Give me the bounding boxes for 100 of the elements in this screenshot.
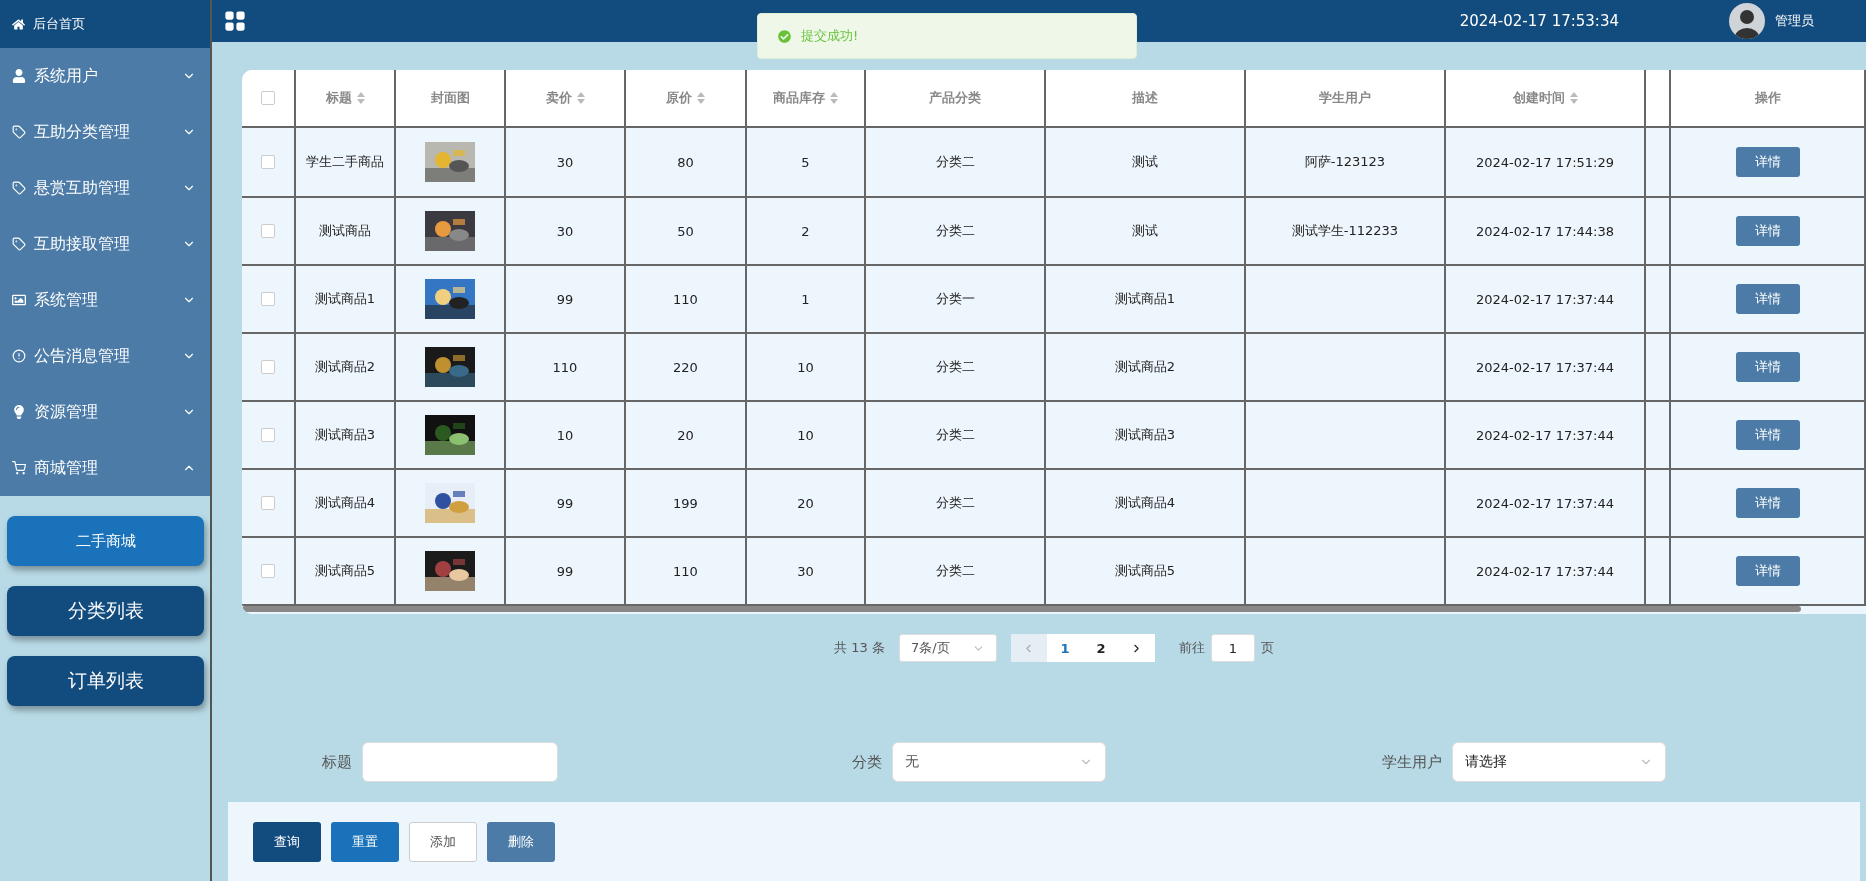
sort-icon	[830, 92, 838, 105]
goto-label: 前往	[1178, 639, 1205, 658]
tag-icon	[12, 125, 26, 139]
page-size-select[interactable]: 7条/页	[898, 634, 997, 663]
sort-icon	[697, 92, 705, 105]
checkbox[interactable]	[261, 91, 275, 106]
menu-item[interactable]: 系统用户	[0, 48, 210, 104]
table-cell: 2024-02-17 17:37:44	[1446, 402, 1646, 471]
header-cell	[1646, 70, 1671, 129]
table-cell: 测试	[1046, 128, 1246, 199]
submenu-item[interactable]: 二手商城	[7, 516, 204, 566]
checkbox[interactable]	[261, 428, 275, 443]
table-cell: 99	[506, 266, 626, 335]
table-cell: 学生二手商品	[296, 128, 396, 199]
table-cell: 分类二	[866, 402, 1046, 471]
table-cell: 220	[626, 334, 747, 403]
menu-item[interactable]: 互助接取管理	[0, 216, 210, 272]
detail-button[interactable]: 详情	[1735, 147, 1800, 178]
column-header: 封面图	[396, 70, 506, 129]
home-link[interactable]: 后台首页	[0, 0, 210, 48]
next-page-button[interactable]	[1118, 634, 1155, 663]
action-button[interactable]: 重置	[331, 821, 399, 862]
detail-button[interactable]: 详情	[1735, 216, 1800, 247]
filter-label: 标题	[322, 752, 352, 772]
submenu-item[interactable]: 订单列表	[7, 656, 204, 706]
table-cell: 199	[626, 470, 747, 539]
table-cell: 110	[626, 266, 747, 335]
select-field[interactable]: 请选择	[1452, 742, 1666, 783]
checkbox[interactable]	[261, 360, 275, 375]
column-header[interactable]: 卖价	[506, 70, 626, 129]
detail-button[interactable]: 详情	[1735, 420, 1800, 451]
tag-icon	[12, 181, 26, 195]
table-cell: 10	[747, 402, 866, 471]
column-header[interactable]: 原价	[626, 70, 747, 129]
grid-icon[interactable]	[224, 10, 246, 33]
table-cell: 1	[747, 266, 866, 335]
table-cell: 分类二	[866, 198, 1046, 267]
submenu-item[interactable]: 分类列表	[7, 586, 204, 636]
filter-label: 学生用户	[1382, 752, 1442, 772]
filter-label: 分类	[852, 752, 882, 772]
table-cell: 20	[626, 402, 747, 471]
menu-item[interactable]: 公告消息管理	[0, 328, 210, 384]
bulb-icon	[12, 405, 26, 419]
page-button[interactable]: 1	[1046, 634, 1083, 663]
table-cell: 测试商品2	[296, 334, 396, 403]
scrollbar[interactable]	[242, 606, 1802, 613]
table-cell: 99	[506, 538, 626, 607]
table-cell: 测试商品3	[1046, 402, 1246, 471]
checkbox[interactable]	[261, 155, 275, 170]
goto-field[interactable]: 1	[1210, 634, 1255, 663]
table-cell: 10	[747, 334, 866, 403]
column-header[interactable]: 标题	[296, 70, 396, 129]
checkbox[interactable]	[261, 564, 275, 579]
sort-icon	[356, 92, 365, 105]
table-cell: 测试商品3	[296, 402, 396, 471]
column-header[interactable]: 创建时间	[1446, 70, 1646, 129]
column-header: 操作	[1671, 70, 1866, 129]
menu-item[interactable]: 资源管理	[0, 384, 210, 440]
table-cell: 2	[747, 198, 866, 267]
input-field[interactable]	[362, 742, 558, 783]
tag-icon	[12, 237, 26, 251]
user-icon	[12, 69, 26, 83]
checkbox[interactable]	[261, 224, 275, 239]
detail-button[interactable]: 详情	[1735, 488, 1800, 519]
column-header[interactable]: 商品库存	[747, 70, 866, 129]
menu-item[interactable]: 互助分类管理	[0, 104, 210, 160]
column-header: 产品分类	[866, 70, 1046, 129]
table-cell: 2024-02-17 17:44:38	[1446, 198, 1646, 267]
table-cell: 2024-02-17 17:37:44	[1446, 470, 1646, 539]
action-button[interactable]: 查询	[253, 821, 321, 862]
avatar[interactable]	[1729, 3, 1765, 40]
action-button[interactable]: 删除	[487, 821, 555, 862]
table-cell: 测试商品1	[296, 266, 396, 335]
table-cell: 2024-02-17 17:37:44	[1446, 538, 1646, 607]
table-cell: 80	[626, 128, 747, 199]
detail-button[interactable]: 详情	[1735, 556, 1800, 587]
table-cell: 2024-02-17 17:37:44	[1446, 266, 1646, 335]
total-count: 共 13 条	[834, 639, 885, 658]
table-cell: 阿萨-123123	[1246, 128, 1446, 199]
user-name[interactable]: 管理员	[1775, 12, 1814, 31]
table-cell: 10	[506, 402, 626, 471]
menu-item[interactable]: 悬赏互助管理	[0, 160, 210, 216]
page-button[interactable]: 2	[1082, 634, 1119, 663]
table-cell: 50	[626, 198, 747, 267]
prev-page-button[interactable]	[1010, 634, 1047, 663]
table-cell: 分类二	[866, 470, 1046, 539]
table-cell: 110	[626, 538, 747, 607]
home-icon	[12, 17, 25, 31]
action-button[interactable]: 添加	[409, 821, 477, 862]
checkbox[interactable]	[261, 292, 275, 307]
sort-icon	[1569, 92, 1578, 105]
menu-item[interactable]: 系统管理	[0, 272, 210, 328]
toast-message: 提交成功!	[801, 27, 859, 45]
select-field[interactable]: 无	[892, 742, 1106, 783]
table-cell: 30	[506, 128, 626, 199]
checkbox[interactable]	[261, 496, 275, 511]
menu-item[interactable]: 商城管理	[0, 440, 210, 496]
table-cell: 分类二	[866, 538, 1046, 607]
detail-button[interactable]: 详情	[1735, 284, 1800, 315]
detail-button[interactable]: 详情	[1735, 352, 1800, 383]
